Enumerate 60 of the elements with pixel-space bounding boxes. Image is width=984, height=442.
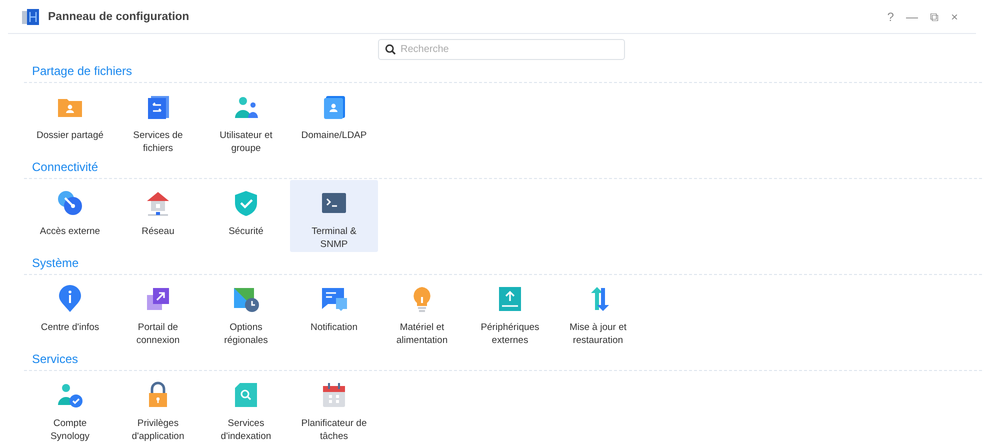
item-label: Mise à jour et restauration (568, 321, 628, 347)
item-label: Matériel et alimentation (395, 321, 449, 347)
item-label: Portail de connexion (135, 321, 181, 347)
search-field[interactable]: Recherche (378, 39, 624, 60)
section-heading: Services (31, 351, 80, 367)
arrow-square-icon (144, 285, 172, 313)
item-label: Services de fichiers (132, 129, 184, 155)
calendar-icon (320, 381, 348, 409)
item-label: Terminal & SNMP (310, 225, 358, 251)
control-panel-item[interactable]: Mise à jour et restauration (554, 276, 642, 348)
item-label: Dossier partagé (36, 129, 104, 142)
window-title: Panneau de configuration (48, 10, 190, 22)
shield-check-icon (232, 189, 260, 217)
minimize-button[interactable]: — (900, 10, 924, 24)
globe-link-icon (56, 189, 84, 217)
control-panel-icon (22, 8, 40, 26)
item-label: Domaine/LDAP (301, 129, 367, 142)
item-label: Planificateur de tâches (300, 417, 368, 442)
control-panel-item[interactable]: Réseau (114, 180, 202, 252)
control-panel-item[interactable]: Planificateur de tâches (290, 372, 378, 442)
control-panel-item[interactable]: Terminal & SNMP (290, 180, 378, 252)
upload-drive-icon (496, 285, 524, 313)
control-panel-item[interactable]: Privilèges d'application (114, 372, 202, 442)
item-label: Sécurité (228, 225, 264, 238)
item-label: Utilisateur et groupe (218, 129, 274, 155)
control-panel-item[interactable]: Compte Synology (26, 372, 114, 442)
help-button[interactable]: ? (881, 10, 900, 24)
control-panel-item[interactable]: Portail de connexion (114, 276, 202, 348)
control-panel-item[interactable]: Utilisateur et groupe (202, 84, 290, 156)
control-panel-item[interactable]: Dossier partagé (26, 84, 114, 156)
search-icon (384, 44, 396, 55)
control-panel-item[interactable]: Domaine/LDAP (290, 84, 378, 156)
control-panel-item[interactable]: Centre d'infos (26, 276, 114, 348)
item-label: Services d'indexation (220, 417, 272, 442)
item-label: Options régionales (223, 321, 269, 347)
control-panel-item[interactable]: Sécurité (202, 180, 290, 252)
control-panel-item[interactable]: Accès externe (26, 180, 114, 252)
info-pin-icon (56, 285, 84, 313)
item-label: Notification (310, 321, 358, 334)
item-label: Compte Synology (49, 417, 91, 442)
control-panel-item[interactable]: Options régionales (202, 276, 290, 348)
item-label: Périphériques externes (480, 321, 540, 347)
item-label: Centre d'infos (40, 321, 100, 334)
map-clock-icon (232, 285, 260, 313)
section-heading: Partage de fichiers (31, 63, 134, 79)
section-heading: Système (31, 255, 80, 271)
control-panel-item[interactable]: Notification (290, 276, 378, 348)
document-search-icon (232, 381, 260, 409)
control-panel-item[interactable]: Périphériques externes (466, 276, 554, 348)
message-icon (320, 285, 348, 313)
item-label: Réseau (142, 225, 174, 238)
control-panel-item[interactable]: Services d'indexation (202, 372, 290, 442)
user-check-icon (56, 381, 84, 409)
restore-button[interactable]: ⧉ (924, 10, 945, 24)
close-button[interactable]: × (944, 10, 964, 24)
section-heading: Connectivité (31, 159, 100, 175)
item-label: Accès externe (40, 225, 100, 238)
control-panel-item[interactable]: Matériel et alimentation (378, 276, 466, 348)
item-label: Privilèges d'application (130, 417, 186, 442)
control-panel-item[interactable]: Services de fichiers (114, 84, 202, 156)
